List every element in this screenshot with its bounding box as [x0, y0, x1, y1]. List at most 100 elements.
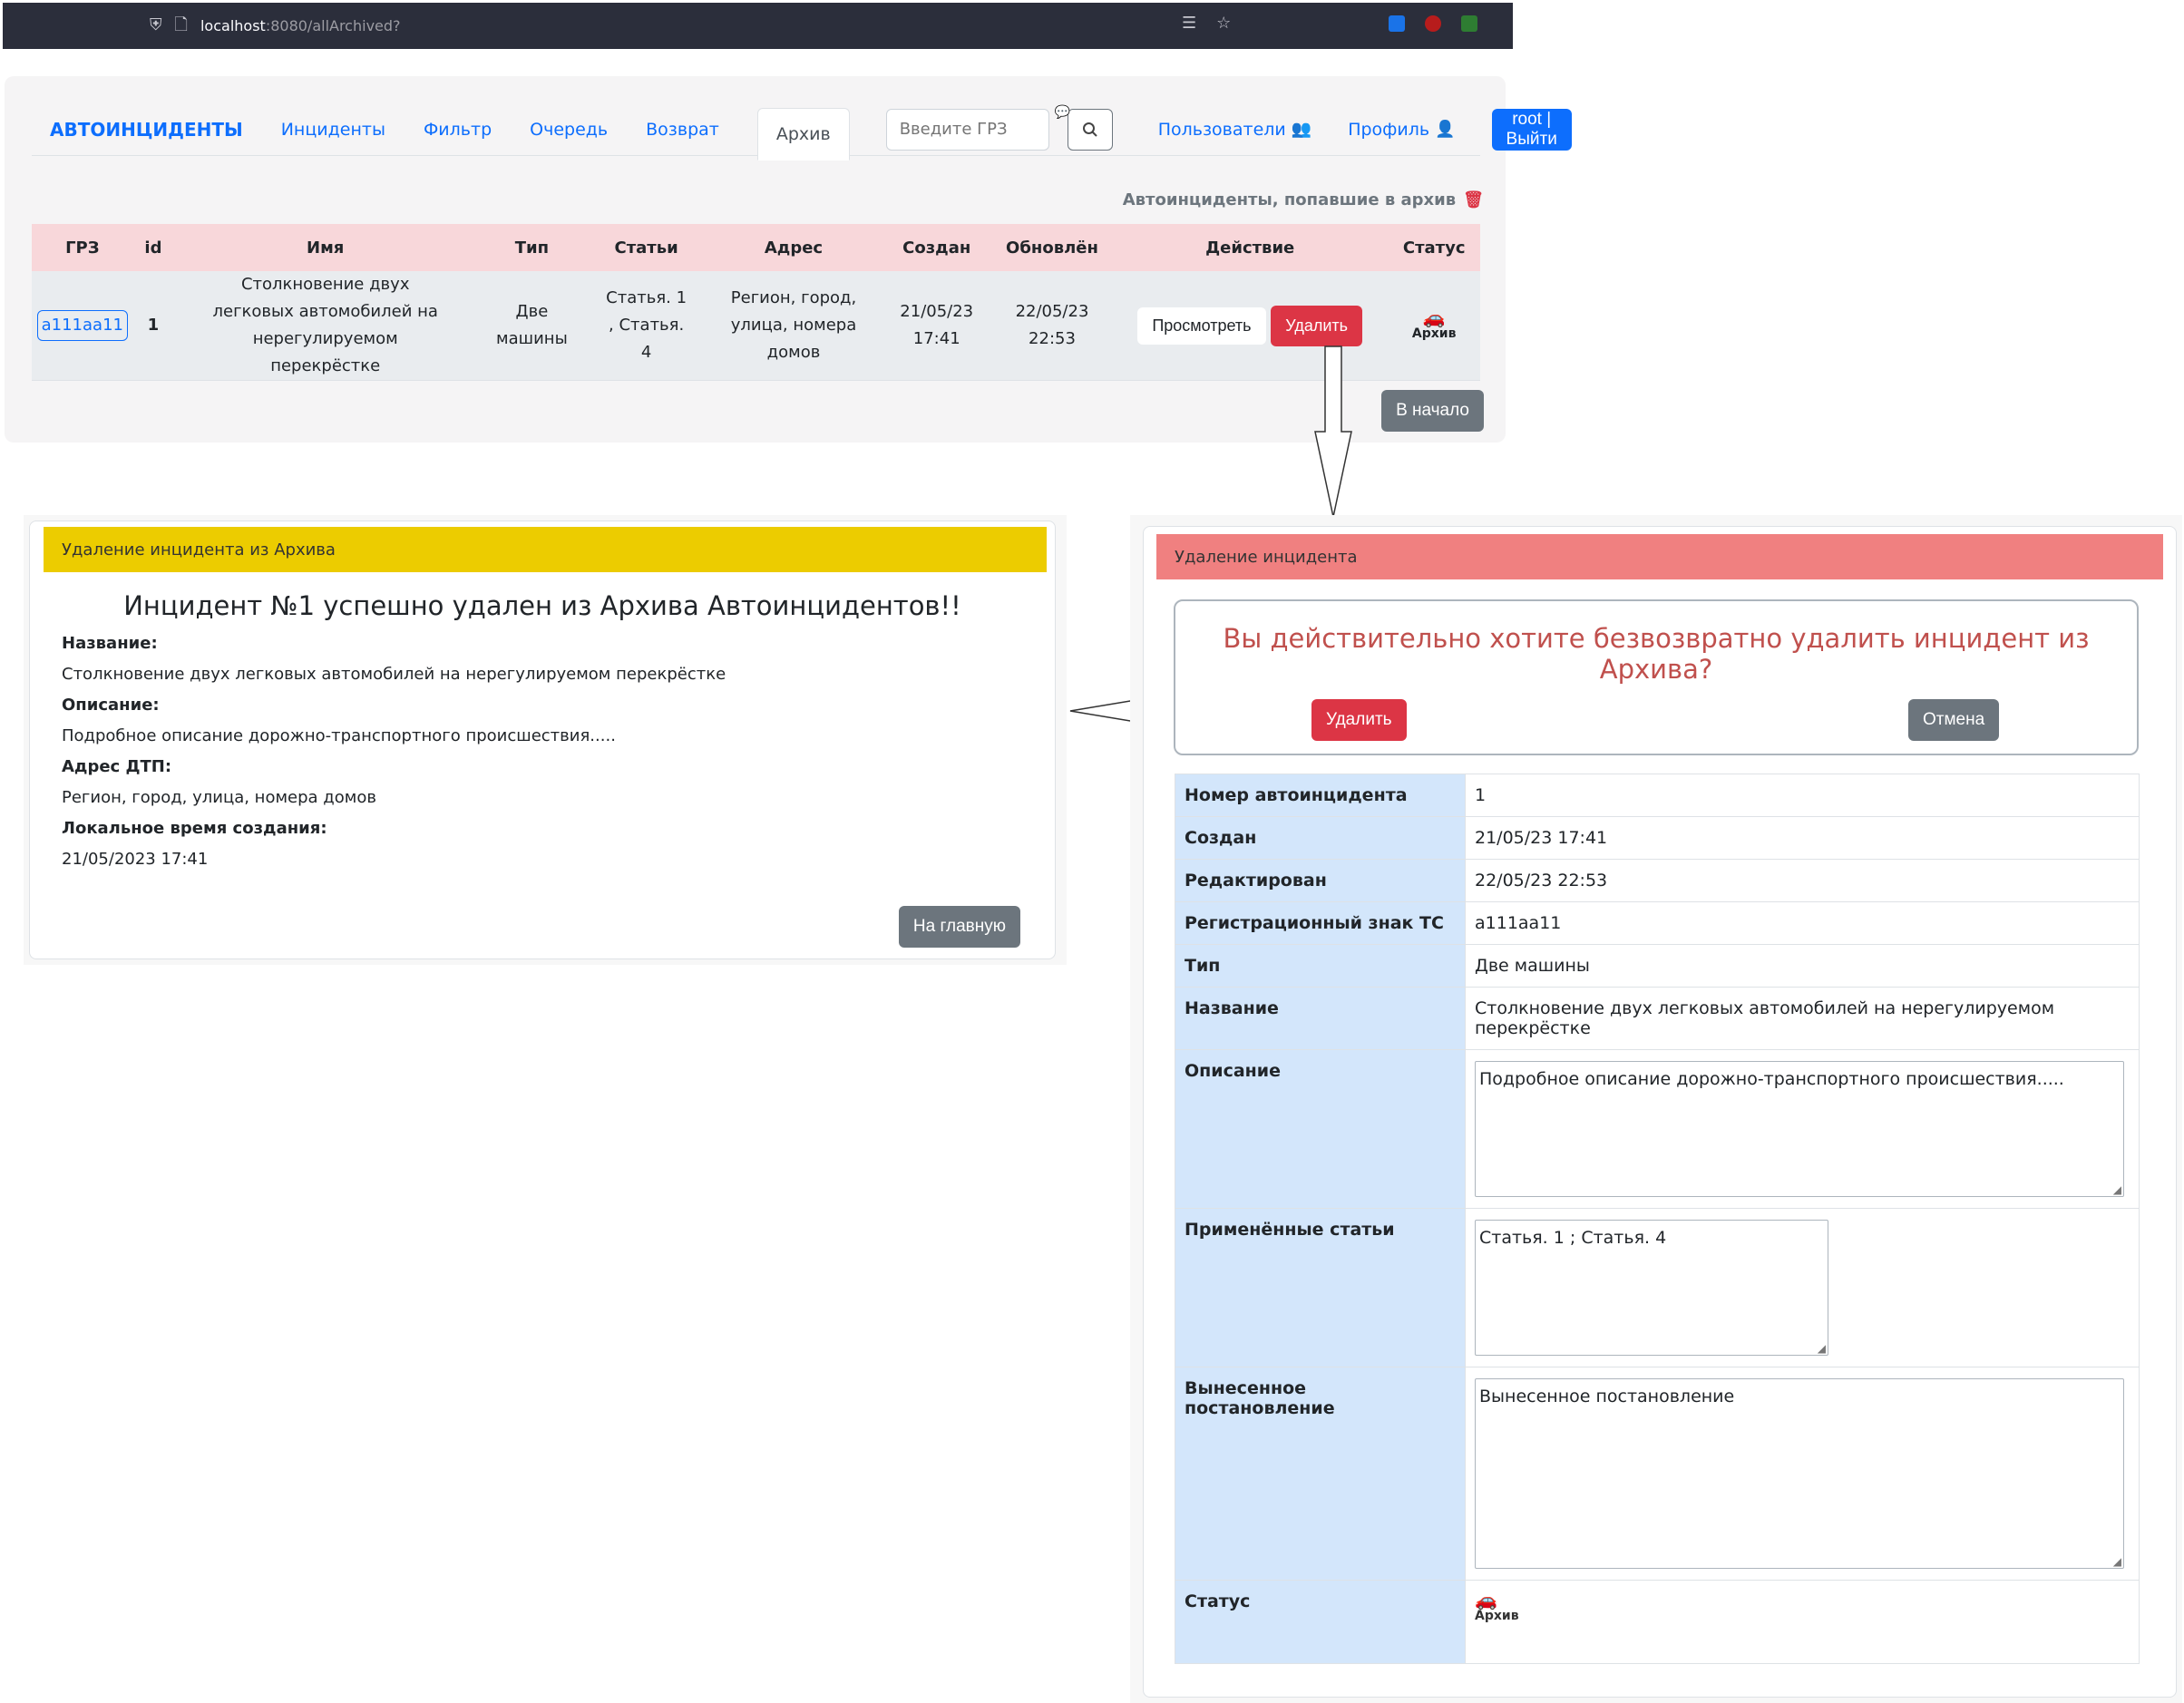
- col-name: Имя: [173, 224, 478, 271]
- detail-value: 1: [1465, 774, 2140, 817]
- detail-value: Столкновение двух легковых автомобилей н…: [1465, 987, 2140, 1050]
- detail-key: Статус: [1175, 1580, 1466, 1664]
- table-row: a111aa11 1 Столкновение двух легковых ав…: [32, 271, 1480, 381]
- nav-users[interactable]: Пользователи 👥: [1158, 120, 1312, 140]
- extension-green-icon[interactable]: [1461, 15, 1477, 32]
- description-text: Подробное описание дорожно-транспортного…: [1479, 1069, 2064, 1089]
- status-text: Архив: [1475, 1609, 1519, 1623]
- detail-row: Название Столкновение двух легковых авто…: [1175, 987, 2140, 1050]
- address-bar[interactable]: ⛨ 🗋 localhost:8080/allArchived?: [150, 14, 401, 37]
- url-text[interactable]: localhost:8080/allArchived?: [200, 17, 401, 34]
- grz-link[interactable]: a111aa11: [36, 310, 128, 341]
- resize-grip-icon[interactable]: ◢: [2113, 1183, 2121, 1196]
- cell-updated: 22/05/23 22:53: [992, 271, 1112, 381]
- name-value: Столкновение двух легковых автомобилей н…: [62, 665, 726, 684]
- users-icon: 👥: [1291, 120, 1312, 139]
- brand-link[interactable]: АВТОИНЦИДЕНТЫ: [50, 119, 243, 141]
- detail-row: Регистрационный знак ТС a111aa11: [1175, 901, 2140, 945]
- result-screenshot: Удаление инцидента из Архива Инцидент №1…: [24, 515, 1067, 965]
- search-group: 💬: [885, 105, 1113, 151]
- cell-id: 1: [132, 271, 174, 381]
- search-icon: [1082, 122, 1097, 137]
- extension-s-icon[interactable]: [1389, 15, 1405, 32]
- result-title: Инцидент №1 успешно удален из Архива Авт…: [123, 590, 961, 621]
- nav-archive-active[interactable]: Архив: [756, 107, 850, 161]
- col-updated: Обновлён: [992, 224, 1112, 271]
- col-status: Статус: [1388, 224, 1480, 271]
- incident-details-table: Номер автоинцидента 1 Создан 21/05/23 17…: [1175, 774, 2140, 1664]
- user-icon: 👤: [1435, 120, 1456, 139]
- description-label: Описание:: [62, 696, 160, 715]
- detail-key: Тип: [1175, 944, 1466, 988]
- cancel-button[interactable]: Отмена: [1908, 699, 2000, 741]
- detail-value: 22/05/23 22:53: [1465, 859, 2140, 902]
- result-card-header: Удаление инцидента из Архива: [44, 527, 1047, 572]
- time-label: Локальное время создания:: [62, 819, 327, 838]
- confirm-dialog: Вы действительно хотите безвозвратно уда…: [1174, 599, 2139, 755]
- cell-articles: Статья. 1 , Статья. 4: [586, 271, 707, 381]
- address-label: Адрес ДТП:: [62, 757, 172, 776]
- detail-value: 🚗 Архив: [1465, 1580, 2140, 1664]
- nav-profile-label: Профиль: [1348, 119, 1430, 140]
- detail-value: Статья. 1 ; Статья. 4 ◢: [1465, 1208, 2140, 1367]
- detail-value: 21/05/23 17:41: [1465, 816, 2140, 860]
- col-address: Адрес: [706, 224, 882, 271]
- description-textarea[interactable]: Подробное описание дорожно-транспортного…: [1475, 1061, 2124, 1197]
- detail-row: Создан 21/05/23 17:41: [1175, 816, 2140, 860]
- extension-ublock-icon[interactable]: [1425, 15, 1441, 32]
- detail-key: Редактирован: [1175, 859, 1466, 902]
- decision-textarea[interactable]: Вынесенное постановление ◢: [1475, 1378, 2124, 1569]
- result-card: Удаление инцидента из Архива Инцидент №1…: [29, 521, 1056, 959]
- browser-toolbar: ⛨ 🗋 localhost:8080/allArchived? ☰ ☆: [3, 3, 1513, 49]
- top-navbar: АВТОИНЦИДЕНТЫ Инциденты Фильтр Очередь В…: [32, 103, 1572, 161]
- resize-grip-icon[interactable]: ◢: [1818, 1342, 1826, 1355]
- archive-page: АВТОИНЦИДЕНТЫ Инциденты Фильтр Очередь В…: [5, 76, 1572, 443]
- shield-icon[interactable]: ⛨: [150, 17, 162, 34]
- status-label: Архив: [1411, 326, 1457, 341]
- detail-row: Номер автоинцидента 1: [1175, 774, 2140, 817]
- cell-address: Регион, город, улица, номера домов: [706, 271, 882, 381]
- car-icon: 🚗: [1422, 307, 1446, 328]
- nav-incidents[interactable]: Инциденты: [281, 120, 385, 140]
- plate-search-input[interactable]: [885, 108, 1049, 151]
- decision-text: Вынесенное постановление: [1479, 1387, 1735, 1406]
- archive-caption-text: Автоинциденты, попавшие в архив: [1122, 190, 1457, 209]
- table-header-row: ГРЗ id Имя Тип Статьи Адрес Создан Обнов…: [32, 224, 1480, 271]
- nav-return[interactable]: Возврат: [646, 120, 719, 140]
- car-icon: 🚗: [1475, 1589, 1497, 1611]
- chat-icon: 💬: [1054, 104, 1071, 120]
- nav-profile[interactable]: Профиль 👤: [1348, 120, 1455, 140]
- cell-created: 21/05/23 17:41: [881, 271, 993, 381]
- nav-filter[interactable]: Фильтр: [424, 120, 492, 140]
- detail-row: Редактирован 22/05/23 22:53: [1175, 859, 2140, 902]
- col-grz: ГРЗ: [32, 224, 133, 271]
- search-button[interactable]: [1067, 108, 1113, 151]
- to-start-button[interactable]: В начало: [1381, 390, 1484, 432]
- col-id: id: [132, 224, 174, 271]
- archive-caption: Автоинциденты, попавшие в архив 🗑: [1123, 190, 1484, 209]
- detail-key: Создан: [1175, 816, 1466, 860]
- confirm-question: Вы действительно хотите безвозвратно уда…: [1223, 623, 2090, 685]
- articles-textarea[interactable]: Статья. 1 ; Статья. 4 ◢: [1475, 1220, 1828, 1356]
- detail-key: Название: [1175, 987, 1466, 1050]
- nav-queue[interactable]: Очередь: [530, 120, 608, 140]
- detail-value: Вынесенное постановление ◢: [1465, 1367, 2140, 1581]
- resize-grip-icon[interactable]: ◢: [2113, 1555, 2121, 1568]
- name-label: Название:: [62, 634, 158, 653]
- description-value: Подробное описание дорожно-транспортного…: [62, 726, 616, 745]
- detail-key: Описание: [1175, 1049, 1466, 1209]
- detail-row: Вынесенное постановление Вынесенное пост…: [1175, 1367, 2140, 1581]
- detail-row: Статус 🚗 Архив: [1175, 1580, 2140, 1664]
- star-icon[interactable]: ☆: [1216, 15, 1231, 32]
- view-button[interactable]: Просмотреть: [1137, 307, 1266, 345]
- logout-button[interactable]: root |Выйти: [1491, 108, 1572, 151]
- delete-button[interactable]: Удалить: [1271, 305, 1363, 346]
- archived-incidents-table: ГРЗ id Имя Тип Статьи Адрес Создан Обнов…: [32, 224, 1480, 381]
- cell-status: 🚗 Архив: [1388, 271, 1480, 381]
- confirm-delete-button[interactable]: Удалить: [1311, 699, 1407, 741]
- col-type: Тип: [477, 224, 587, 271]
- reader-icon[interactable]: ☰: [1182, 15, 1196, 32]
- detail-row: Применённые статьи Статья. 1 ; Статья. 4…: [1175, 1208, 2140, 1367]
- detail-key: Регистрационный знак ТС: [1175, 901, 1466, 945]
- to-main-button[interactable]: На главную: [898, 906, 1020, 948]
